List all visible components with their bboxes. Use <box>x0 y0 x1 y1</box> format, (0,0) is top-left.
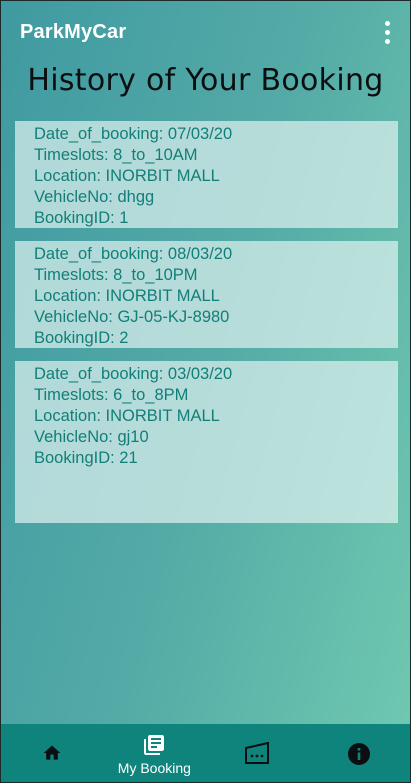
booking-location: Location: INORBIT MALL <box>34 407 220 425</box>
app-screen: ParkMyCar History of Your Booking Date_o… <box>0 0 411 783</box>
page-title: History of Your Booking <box>27 63 384 98</box>
booking-id: BookingID: 1 <box>34 209 129 227</box>
booking-list-icon <box>144 735 165 755</box>
booking-vehicle: VehicleNo: dhgg <box>34 188 155 206</box>
app-title: ParkMyCar <box>20 21 127 43</box>
booking-card[interactable]: Date_of_booking: 07/03/20 Timeslots: 8_t… <box>15 121 398 228</box>
booking-timeslot: Timeslots: 8_to_10AM <box>34 146 198 164</box>
booking-location: Location: INORBIT MALL <box>34 287 220 305</box>
booking-date: Date_of_booking: 03/03/20 <box>34 365 233 383</box>
parking-icon <box>244 741 269 764</box>
nav-home[interactable] <box>1 724 103 782</box>
booking-id: BookingID: 2 <box>34 329 129 347</box>
bottom-navigation: My Booking <box>1 724 410 782</box>
info-icon <box>347 743 370 765</box>
booking-date: Date_of_booking: 07/03/20 <box>34 125 233 143</box>
nav-info[interactable] <box>308 724 410 782</box>
booking-timeslot: Timeslots: 6_to_8PM <box>34 386 189 404</box>
app-bar: ParkMyCar <box>1 1 410 61</box>
booking-card[interactable]: Date_of_booking: 08/03/20 Timeslots: 8_t… <box>15 241 398 348</box>
nav-parking[interactable] <box>206 724 308 782</box>
booking-id: BookingID: 21 <box>34 449 138 467</box>
booking-location: Location: INORBIT MALL <box>34 167 220 185</box>
booking-card[interactable]: Date_of_booking: 03/03/20 Timeslots: 6_t… <box>15 361 398 523</box>
booking-vehicle: VehicleNo: GJ-05-KJ-8980 <box>34 308 230 326</box>
nav-my-booking-label: My Booking <box>117 760 191 776</box>
booking-date: Date_of_booking: 08/03/20 <box>34 245 233 263</box>
nav-my-booking[interactable]: My Booking <box>103 724 205 782</box>
booking-vehicle: VehicleNo: gj10 <box>34 428 149 446</box>
more-vert-icon[interactable] <box>376 19 400 47</box>
booking-timeslot: Timeslots: 8_to_10PM <box>34 266 198 284</box>
home-icon <box>43 745 61 760</box>
